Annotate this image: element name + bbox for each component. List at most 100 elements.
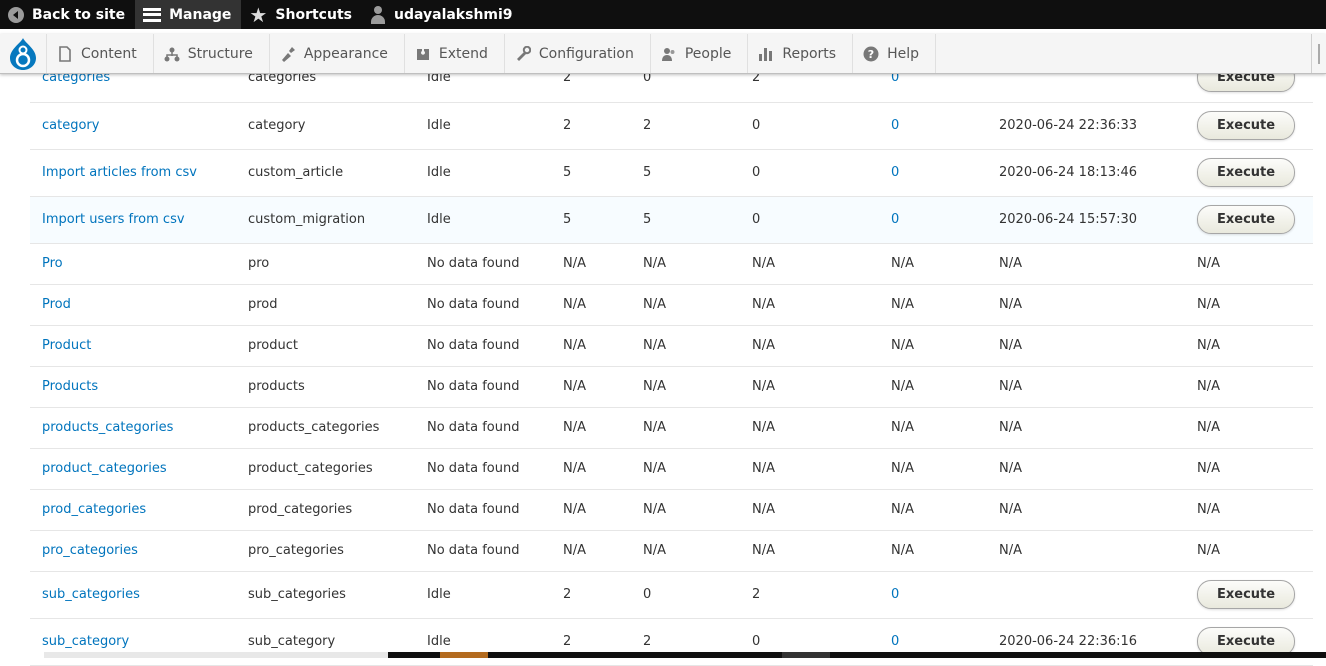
- migration-label-link[interactable]: sub_categories: [42, 587, 140, 602]
- machine-name-cell: product_categories: [236, 448, 415, 489]
- machine-name-cell: custom_migration: [236, 196, 415, 243]
- shortcuts-label: Shortcuts: [275, 6, 352, 23]
- user-tab[interactable]: udayalakshmi9: [362, 0, 523, 29]
- tray-item-appearance[interactable]: Appearance: [268, 34, 404, 73]
- imported-cell: 0: [643, 587, 652, 602]
- unprocessed-cell: N/A: [740, 530, 879, 571]
- status-cell: Idle: [427, 587, 451, 602]
- last-imported-cell: N/A: [999, 297, 1022, 312]
- last-imported-cell: 2020-06-24 15:57:30: [999, 212, 1138, 227]
- messages-cell: N/A: [879, 243, 987, 284]
- migration-label-link[interactable]: products_categories: [42, 420, 173, 435]
- operations-cell: N/A: [1185, 284, 1313, 325]
- execute-button[interactable]: Execute: [1197, 158, 1296, 187]
- last-imported-cell: 2020-06-24 22:36:16: [999, 634, 1138, 649]
- messages-cell[interactable]: 0: [891, 118, 899, 133]
- total-cell: N/A: [563, 420, 586, 435]
- tray-item-help[interactable]: ? Help: [852, 34, 936, 73]
- admin-tray: Content Structure Appearance Extend Conf…: [0, 34, 1326, 74]
- migration-label-link[interactable]: category: [42, 118, 99, 133]
- migration-label-cell: product_categories: [30, 448, 236, 489]
- unprocessed-cell: N/A: [752, 543, 775, 558]
- migration-label-cell: pro_categories: [30, 530, 236, 571]
- tray-item-configuration[interactable]: Configuration: [503, 34, 650, 73]
- messages-cell: 0: [879, 149, 987, 196]
- machine-name-cell: custom_article: [236, 149, 415, 196]
- tray-label-people: People: [684, 45, 732, 62]
- migration-label-cell: Prod: [30, 284, 236, 325]
- execute-button[interactable]: Execute: [1197, 111, 1296, 140]
- tray-item-content[interactable]: Content: [46, 34, 153, 73]
- status-cell: No data found: [427, 502, 520, 517]
- status-cell: Idle: [427, 165, 451, 180]
- status-cell: No data found: [415, 243, 551, 284]
- drupal-logo[interactable]: [0, 34, 46, 73]
- migration-label-link[interactable]: Product: [42, 338, 91, 353]
- table-row: prod_categories prod_categories No data fo…: [30, 489, 1313, 530]
- total-cell: N/A: [563, 256, 586, 271]
- migration-label-link[interactable]: product_categories: [42, 461, 167, 476]
- migration-label-link[interactable]: Products: [42, 379, 98, 394]
- machine-name-cell: product: [236, 325, 415, 366]
- messages-cell: 0: [879, 102, 987, 149]
- back-icon: [8, 6, 24, 23]
- tray-item-people[interactable]: People: [649, 34, 748, 73]
- messages-cell: N/A: [879, 448, 987, 489]
- migration-label-link[interactable]: Import articles from csv: [42, 165, 197, 180]
- status-cell: No data found: [415, 530, 551, 571]
- tray-item-extend[interactable]: Extend: [403, 34, 504, 73]
- tray-orientation-toggle[interactable]: [1311, 34, 1326, 73]
- total-cell: 2: [551, 571, 631, 618]
- operations-cell: N/A: [1197, 338, 1220, 353]
- operations-cell: N/A: [1185, 530, 1313, 571]
- tray-item-reports[interactable]: Reports: [747, 34, 852, 73]
- messages-cell[interactable]: 0: [891, 212, 899, 227]
- migration-label-link[interactable]: prod_categories: [42, 502, 146, 517]
- imported-cell: N/A: [643, 502, 666, 517]
- operations-cell: N/A: [1197, 502, 1220, 517]
- migration-label-cell: Import articles from csv: [30, 149, 236, 196]
- messages-cell[interactable]: 0: [891, 587, 899, 602]
- machine-name-cell: product: [248, 338, 299, 353]
- manage-label: Manage: [169, 6, 232, 23]
- migration-label-link[interactable]: Import users from csv: [42, 212, 185, 227]
- machine-name-cell: prod: [248, 297, 278, 312]
- machine-name-cell: category: [248, 118, 306, 133]
- status-cell: No data found: [415, 284, 551, 325]
- reports-icon: [759, 47, 773, 61]
- migration-label-link[interactable]: sub_category: [42, 634, 129, 649]
- machine-name-cell: prod_categories: [236, 489, 415, 530]
- manage-tab[interactable]: Manage: [135, 0, 242, 29]
- execute-button[interactable]: Execute: [1197, 205, 1296, 234]
- tray-item-structure[interactable]: Structure: [152, 34, 269, 73]
- unprocessed-cell: N/A: [752, 420, 775, 435]
- unprocessed-cell: N/A: [752, 461, 775, 476]
- status-cell: No data found: [415, 407, 551, 448]
- imported-cell: N/A: [643, 543, 666, 558]
- messages-cell[interactable]: 0: [891, 165, 899, 180]
- status-cell: No data found: [427, 379, 520, 394]
- unprocessed-cell: 0: [740, 102, 879, 149]
- messages-cell[interactable]: 0: [891, 634, 899, 649]
- machine-name-cell: pro_categories: [236, 530, 415, 571]
- extend-icon: [416, 48, 429, 60]
- messages-cell: N/A: [879, 489, 987, 530]
- machine-name-cell: products: [248, 379, 305, 394]
- total-cell: N/A: [563, 297, 586, 312]
- migration-label-link[interactable]: Prod: [42, 297, 71, 312]
- last-imported-cell: N/A: [999, 461, 1022, 476]
- tray-label-extend: Extend: [438, 45, 488, 62]
- migration-label-link[interactable]: Pro: [42, 256, 63, 271]
- imported-cell: N/A: [631, 325, 740, 366]
- status-cell: Idle: [415, 149, 551, 196]
- user-icon: [370, 5, 386, 24]
- shortcuts-tab[interactable]: ★ Shortcuts: [241, 0, 362, 29]
- total-cell: N/A: [563, 543, 586, 558]
- last-imported-cell: N/A: [999, 338, 1022, 353]
- operations-cell: N/A: [1197, 256, 1220, 271]
- back-to-site-link[interactable]: Back to site: [0, 0, 135, 29]
- operations-cell: Execute: [1185, 149, 1313, 196]
- total-cell: 2: [563, 587, 572, 602]
- migration-label-link[interactable]: pro_categories: [42, 543, 138, 558]
- execute-button[interactable]: Execute: [1197, 580, 1296, 609]
